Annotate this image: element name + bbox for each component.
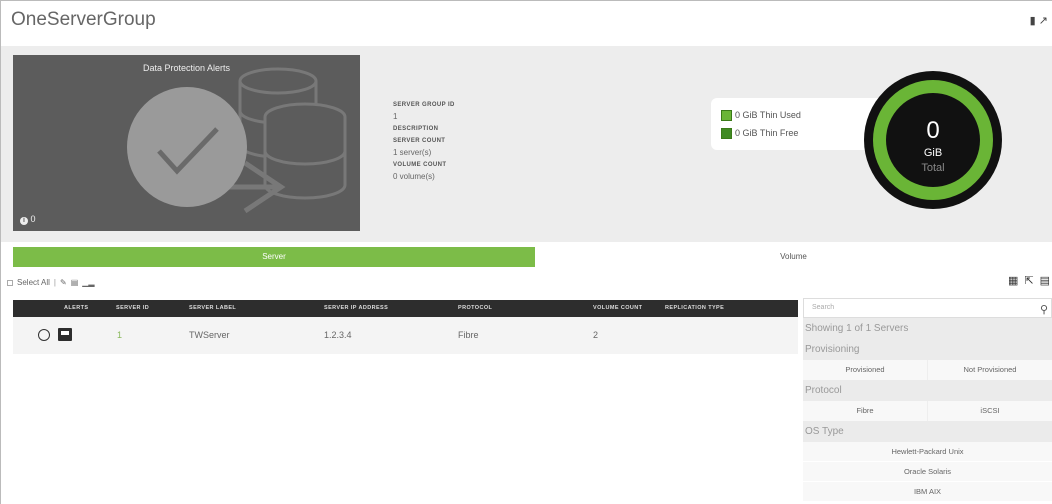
os-filter-solaris: Oracle Solaris	[803, 462, 1052, 482]
server-icon	[58, 328, 72, 341]
table-header: ALERTS SERVER ID SERVER LABEL SERVER IP …	[13, 300, 798, 317]
protocol-cell: Fibre	[458, 330, 479, 340]
select-all-checkbox[interactable]	[7, 279, 13, 286]
group-id-value: 1	[393, 112, 398, 121]
search-input[interactable]: Search ⚲	[803, 298, 1052, 318]
page-title: OneServerGroup	[11, 9, 156, 30]
legend-used: 0 GiB Thin Used	[721, 107, 877, 123]
filter-fibre[interactable]: Fibre	[803, 401, 928, 421]
trash-icon[interactable]: ▮	[1030, 15, 1036, 27]
filter-panel: Search ⚲ Showing 1 of 1 Servers Provisio…	[803, 298, 1052, 502]
filter-not-provisioned[interactable]: Not Provisioned	[928, 360, 1052, 380]
volume-count-value: 0 volume(s)	[393, 172, 435, 181]
total-unit: GiB	[924, 147, 942, 159]
servers-table: ALERTS SERVER ID SERVER LABEL SERVER IP …	[13, 300, 798, 354]
view-toggle: ▦ ⇱ ▤	[1008, 274, 1050, 287]
grid-view-icon[interactable]: ▦	[1008, 274, 1018, 287]
tab-server[interactable]: Server	[13, 247, 535, 267]
protocol-filter-label: Protocol	[803, 380, 1052, 401]
filter-aix[interactable]: IBM AIX	[803, 482, 1052, 502]
description-label: DESCRIPTION	[393, 126, 439, 132]
legend-free: 0 GiB Thin Free	[721, 125, 877, 141]
group-id-label: SERVER GROUP ID	[393, 102, 455, 108]
col-ip-address[interactable]: SERVER IP ADDRESS	[324, 300, 388, 317]
showing-count: Showing 1 of 1 Servers	[803, 318, 1052, 339]
header-actions[interactable]: ▮ ↗	[1030, 14, 1048, 27]
server-label-cell[interactable]: TWServer	[189, 317, 230, 354]
check-circle-icon	[127, 87, 247, 207]
server-count-label: SERVER COUNT	[393, 138, 446, 144]
table-row[interactable]: 1 TWServer 1.2.3.4 Fibre 2	[13, 317, 798, 354]
provisioning-label: Provisioning	[803, 339, 1052, 360]
title-bar: OneServerGroup ▮ ↗	[1, 1, 1052, 45]
col-server-id[interactable]: SERVER ID	[116, 300, 149, 317]
alerts-count: i 0	[20, 214, 36, 225]
select-all-label[interactable]: Select All	[17, 278, 50, 287]
col-alerts[interactable]: ALERTS	[64, 300, 88, 317]
os-filter-hpux: Hewlett-Packard Unix	[803, 442, 1052, 462]
col-server-label[interactable]: SERVER LABEL	[189, 300, 236, 317]
os-type-label: OS Type	[803, 421, 1052, 442]
tab-bar: Server Volume	[13, 247, 1052, 267]
alerts-title: Data Protection Alerts	[142, 63, 231, 73]
edit-icon[interactable]: ↗	[1039, 15, 1048, 27]
col-protocol[interactable]: PROTOCOL	[458, 300, 492, 317]
tab-volume[interactable]: Volume	[535, 247, 1052, 267]
total-value: 0	[926, 117, 939, 144]
capacity-donut: 0 GiB Total	[864, 71, 1002, 209]
filter-hp-ux[interactable]: Hewlett-Packard Unix	[803, 442, 1052, 462]
chart-icon[interactable]: ▁▂	[82, 278, 94, 287]
pencil-icon[interactable]: ✎	[60, 278, 67, 287]
used-swatch	[721, 109, 732, 121]
free-swatch	[721, 127, 732, 139]
filter-iscsi[interactable]: iSCSI	[928, 401, 1052, 421]
search-icon[interactable]: ⚲	[1040, 301, 1048, 319]
col-volume-count[interactable]: VOLUME COUNT	[593, 300, 642, 317]
col-replication-type[interactable]: REPLICATION TYPE	[665, 300, 724, 317]
search-placeholder: Search	[812, 304, 835, 311]
volume-count-label: VOLUME COUNT	[393, 162, 447, 168]
export-icon[interactable]: ▤	[1040, 274, 1050, 287]
ip-cell: 1.2.3.4	[324, 330, 352, 340]
data-protection-alerts-panel[interactable]: Data Protection Alerts i 0	[13, 55, 360, 231]
trash-icon[interactable]: ▤	[71, 278, 79, 287]
list-toolbar: Select All | ✎ ▤ ▁▂	[7, 278, 99, 287]
total-label: Total	[921, 162, 944, 174]
server-count-value: 1 server(s)	[393, 148, 432, 157]
filter-provisioned[interactable]: Provisioned	[803, 360, 928, 380]
capacity-legend: 0 GiB Thin Used 0 GiB Thin Free	[711, 98, 887, 150]
info-icon: i	[20, 217, 28, 225]
row-select-radio[interactable]	[38, 329, 50, 341]
protocol-filter: Fibre iSCSI	[803, 401, 1052, 421]
alerts-illustration	[127, 67, 347, 214]
pointer-icon: ⇱	[1024, 275, 1034, 287]
filter-solaris[interactable]: Oracle Solaris	[803, 462, 1052, 482]
volume-count-cell: 2	[593, 330, 599, 340]
toolbar-separator: |	[53, 278, 56, 287]
provisioning-filter: Provisioned Not Provisioned	[803, 360, 1052, 380]
server-id-cell[interactable]: 1	[117, 317, 122, 354]
os-filter-aix: IBM AIX	[803, 482, 1052, 502]
group-details: SERVER GROUP ID 1 DESCRIPTION SERVER COU…	[393, 99, 455, 183]
